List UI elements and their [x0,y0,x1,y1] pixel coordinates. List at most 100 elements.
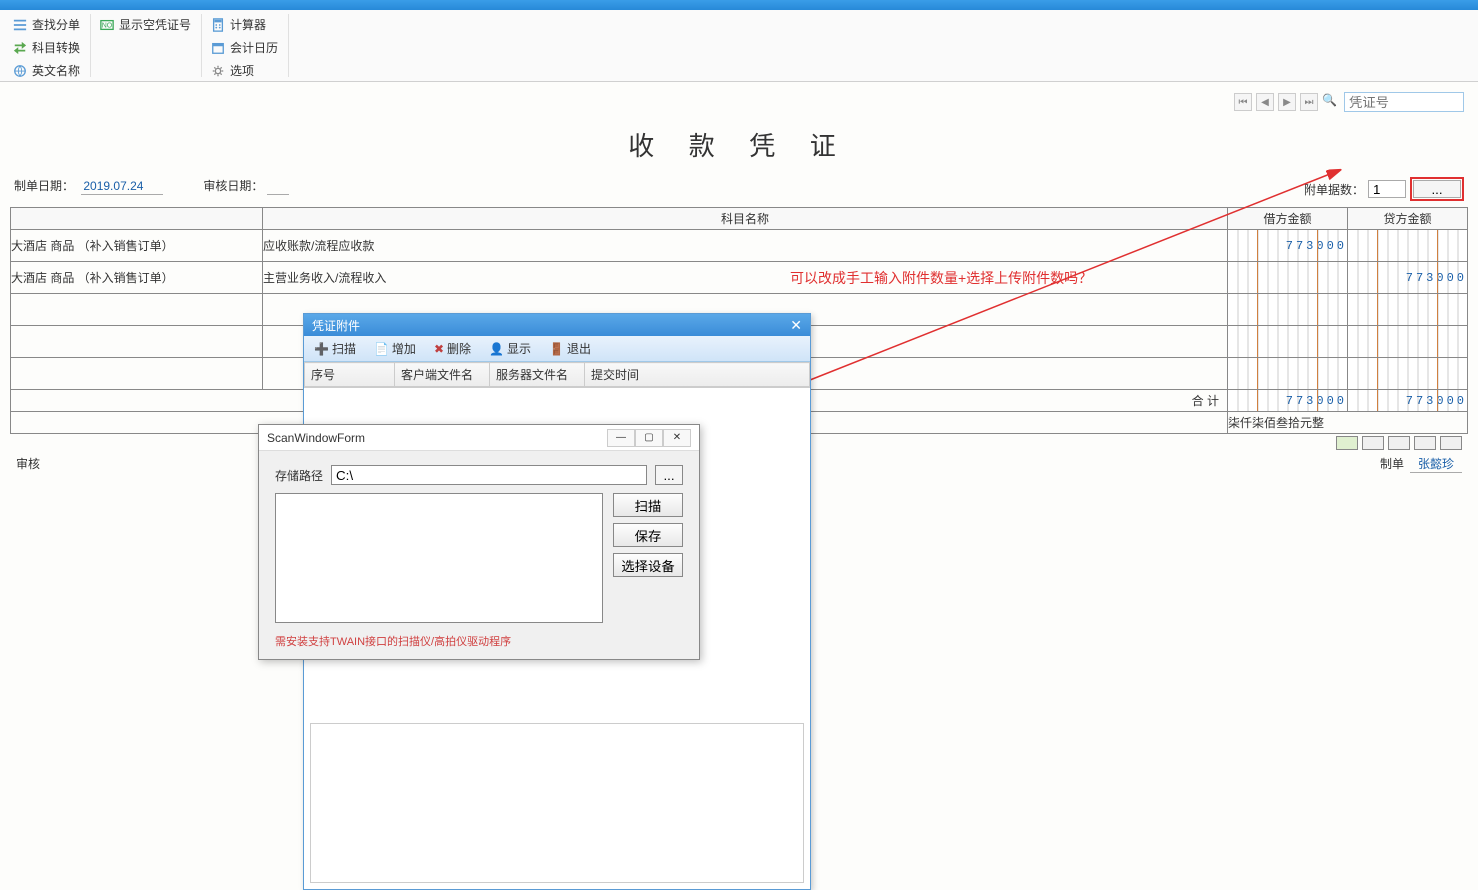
audit-date-label: 审核日期： [203,179,263,193]
debit-cell[interactable]: 773000 [1228,230,1348,262]
annotation-text: 可以改成手工输入附件数量+选择上传附件数吗？ [790,268,1092,288]
accounting-calendar-label: 会计日历 [230,39,278,56]
nav-prev-button[interactable]: ◀ [1256,93,1274,111]
maximize-button[interactable]: ▢ [635,429,663,447]
voucher-number-search[interactable] [1344,92,1464,112]
calendar-icon [210,40,226,56]
status-icon-2[interactable] [1362,436,1384,450]
browse-button[interactable]: ... [655,465,683,485]
col-debit-header: 借方金额 [1228,208,1348,230]
status-icon-5[interactable] [1440,436,1462,450]
scan-plus-icon: ➕ [314,342,329,356]
show-empty-voucher-label: 显示空凭证号 [119,16,191,33]
attach-browse-button[interactable]: ... [1413,180,1461,198]
summary-cell[interactable] [11,294,263,326]
scan-note: 需安装支持TWAIN接口的扫描仪/高拍仪驱动程序 [275,633,683,649]
svg-text:NO: NO [102,22,113,29]
col-credit-header: 贷方金额 [1348,208,1468,230]
find-split-button[interactable]: 查找分单 [8,14,84,35]
options-button[interactable]: 选项 [206,60,282,81]
add-button[interactable]: 📄增加 [370,339,420,358]
attachment-count-group: 附单据数： ... [1304,177,1464,201]
status-icon-4[interactable] [1414,436,1436,450]
audit-label: 审核 [16,455,40,473]
total-debit: 773000 [1228,390,1348,412]
delete-icon: ✖ [434,342,444,356]
subject-convert-label: 科目转换 [32,39,80,56]
scan-dialog-titlebar[interactable]: ScanWindowForm — ▢ ✕ [259,425,699,451]
select-device-button[interactable]: 选择设备 [613,553,683,577]
credit-cell[interactable] [1348,230,1468,262]
scan-button[interactable]: ➕扫描 [310,339,360,358]
convert-icon [12,40,28,56]
credit-cell[interactable]: 773000 [1348,262,1468,294]
scan-preview [275,493,603,623]
attach-count-input[interactable] [1368,180,1406,198]
english-name-label: 英文名称 [32,62,80,79]
maker-name: 张懿珍 [1410,455,1462,473]
create-date-value[interactable]: 2019.07.24 [81,179,163,195]
table-row[interactable]: 大酒店 商品 （补入销售订单） 主营业务收入/流程收入 773000 [11,262,1468,294]
options-label: 选项 [230,62,254,79]
scan-action-button[interactable]: 扫描 [613,493,683,517]
summary-cell[interactable]: 大酒店 商品 （补入销售订单） [11,262,263,294]
calculator-label: 计算器 [230,16,266,33]
col-summary-header [11,208,263,230]
calculator-button[interactable]: 计算器 [206,14,282,35]
audit-date-value [267,179,289,195]
col-account-header: 科目名称 [263,208,1228,230]
account-cell[interactable]: 应收账款/流程应收款 [263,230,1228,262]
gear-icon [210,63,226,79]
col-submit-time[interactable]: 提交时间 [585,363,810,387]
path-input[interactable] [331,465,647,485]
debit-cell[interactable] [1228,326,1348,358]
attachment-toolbar: ➕扫描 📄增加 ✖删除 👤显示 🚪退出 [304,336,810,362]
nav-first-button[interactable]: ⏮ [1234,93,1252,111]
path-label: 存储路径 [275,467,323,484]
attach-annotation-target: ... [1410,177,1464,201]
col-seq[interactable]: 序号 [305,363,395,387]
close-button[interactable]: ✕ [663,429,691,447]
attachment-dialog-titlebar[interactable]: 凭证附件 ✕ [304,314,810,336]
show-empty-voucher-button[interactable]: NO 显示空凭证号 [95,14,195,35]
debit-cell[interactable] [1228,294,1348,326]
credit-cell[interactable] [1348,358,1468,390]
create-date-label: 制单日期： [14,179,74,193]
audit-date-item: 审核日期： [203,177,289,201]
delete-button[interactable]: ✖删除 [430,339,475,358]
create-date-item: 制单日期： 2019.07.24 [14,177,163,201]
table-row[interactable]: 大酒店 商品 （补入销售订单） 应收账款/流程应收款 773000 [11,230,1468,262]
debit-cell[interactable] [1228,262,1348,294]
col-client-file[interactable]: 客户端文件名 [395,363,490,387]
debit-cell[interactable] [1228,358,1348,390]
globe-icon [12,63,28,79]
status-icon-3[interactable] [1388,436,1410,450]
col-server-file[interactable]: 服务器文件名 [490,363,585,387]
nav-last-button[interactable]: ⏭ [1300,93,1318,111]
english-name-button[interactable]: 英文名称 [8,60,84,81]
credit-cell[interactable] [1348,326,1468,358]
total-credit: 773000 [1348,390,1468,412]
attachment-table: 序号 客户端文件名 服务器文件名 提交时间 [304,362,810,387]
audit-footer: 审核 [16,455,40,473]
add-icon: 📄 [374,342,389,356]
minimize-button[interactable]: — [607,429,635,447]
show-button[interactable]: 👤显示 [485,339,535,358]
exit-button[interactable]: 🚪退出 [545,339,595,358]
close-icon[interactable]: ✕ [790,317,802,334]
summary-cell[interactable]: 大酒店 商品 （补入销售订单） [11,230,263,262]
search-icon: 🔍 [1322,93,1340,111]
attach-label: 附单据数： [1304,181,1364,198]
amount-words: 柒仟柒佰叁拾元整 [1228,412,1468,434]
nav-next-button[interactable]: ▶ [1278,93,1296,111]
ribbon-toolbar: 查找分单 科目转换 英文名称 NO 显示空凭证号 计算器 会计日历 选项 [0,10,1478,82]
subject-convert-button[interactable]: 科目转换 [8,37,84,58]
window-titlebar [0,0,1478,10]
status-icon-1[interactable] [1336,436,1358,450]
summary-cell[interactable] [11,326,263,358]
save-button[interactable]: 保存 [613,523,683,547]
summary-cell[interactable] [11,358,263,390]
credit-cell[interactable] [1348,294,1468,326]
accounting-calendar-button[interactable]: 会计日历 [206,37,282,58]
find-split-label: 查找分单 [32,16,80,33]
